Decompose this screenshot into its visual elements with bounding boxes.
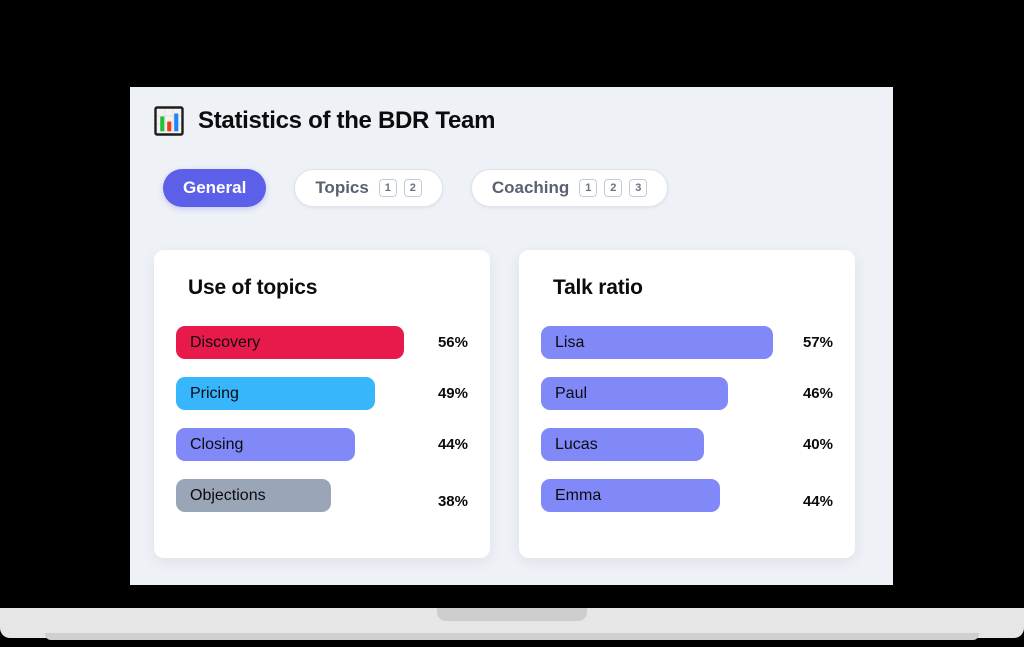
bar-fill[interactable]: Lucas [541, 428, 704, 461]
bar-row: Lucas 40% [541, 428, 833, 461]
bar-value: 40% [802, 436, 833, 453]
bar-row: Emma 44% [541, 479, 833, 512]
bar-fill[interactable]: Discovery [176, 326, 404, 359]
bar-label: Closing [190, 435, 244, 453]
bar-chart-use-of-topics: Discovery 56% Pricing 49% Closing 44% Objectio… [176, 326, 468, 512]
bar-chart-talk-ratio: Lisa 57% Paul 46% Lucas 40% Emma 44% [541, 326, 833, 512]
laptop-base-foot [45, 633, 979, 640]
bar-track: Lisa [541, 326, 785, 359]
bar-label: Discovery [190, 333, 261, 351]
bar-chart-icon [154, 106, 184, 136]
bar-track: Lucas [541, 428, 785, 461]
bar-label: Pricing [190, 384, 239, 402]
tab-coaching-badges: 1 2 3 [579, 179, 648, 197]
bar-track: Emma [541, 479, 785, 512]
laptop-base-notch [437, 608, 587, 621]
tab-topics[interactable]: Topics 1 2 [294, 169, 443, 207]
bar-value: 56% [437, 334, 468, 351]
bar-value: 44% [802, 493, 833, 510]
bar-row: Lisa 57% [541, 326, 833, 359]
card-title: Talk ratio [553, 276, 643, 299]
bar-value: 44% [437, 436, 468, 453]
bar-row: Objections 38% [176, 479, 468, 512]
bar-track: Paul [541, 377, 785, 410]
bar-value: 49% [437, 385, 468, 402]
bar-fill[interactable]: Emma [541, 479, 720, 512]
tab-coaching-label: Coaching [491, 178, 570, 197]
bar-row: Closing 44% [176, 428, 468, 461]
laptop-screen: Statistics of the BDR Team General Topic… [130, 87, 893, 585]
tab-general[interactable]: General [163, 169, 267, 207]
card-talk-ratio: Talk ratio Lisa 57% Paul 46% Lucas 40% Emma 44% [519, 250, 855, 558]
tab-topics-badges: 1 2 [378, 179, 422, 197]
bar-fill[interactable]: Paul [541, 377, 729, 410]
bar-fill[interactable]: Closing [176, 428, 355, 461]
page-title: Statistics of the BDR Team [198, 107, 496, 134]
bar-label: Objections [190, 486, 266, 504]
cards-row: Use of topics Discovery 56% Pricing 49% Clos… [154, 250, 855, 558]
bar-value: 38% [437, 493, 468, 510]
bar-label: Lisa [555, 333, 585, 351]
bar-row: Paul 46% [541, 377, 833, 410]
dashboard-header: Statistics of the BDR Team [154, 106, 495, 136]
tab-coaching-badge-1[interactable]: 1 [579, 179, 598, 197]
bar-track: Objections [176, 479, 420, 512]
card-title: Use of topics [188, 276, 318, 299]
bar-track: Pricing [176, 377, 420, 410]
bar-row: Pricing 49% [176, 377, 468, 410]
tab-general-label: General [183, 178, 247, 197]
bar-label: Paul [555, 384, 588, 402]
tab-topics-badge-2[interactable]: 2 [403, 179, 422, 197]
bar-label: Lucas [555, 435, 598, 453]
bar-fill[interactable]: Objections [176, 479, 331, 512]
tab-coaching-badge-2[interactable]: 2 [604, 179, 623, 197]
tab-bar: General Topics 1 2 Coaching 1 2 3 [163, 169, 669, 207]
bar-track: Discovery [176, 326, 420, 359]
bar-row: Discovery 56% [176, 326, 468, 359]
bar-track: Closing [176, 428, 420, 461]
bar-fill[interactable]: Lisa [541, 326, 773, 359]
tab-coaching-badge-3[interactable]: 3 [629, 179, 648, 197]
laptop-mockup: Statistics of the BDR Team General Topic… [0, 0, 1024, 647]
tab-topics-label: Topics [315, 178, 369, 197]
tab-topics-badge-1[interactable]: 1 [378, 179, 397, 197]
bar-value: 46% [802, 385, 833, 402]
dashboard: Statistics of the BDR Team General Topic… [130, 87, 893, 585]
bar-label: Emma [555, 486, 602, 504]
tab-coaching[interactable]: Coaching 1 2 3 [470, 169, 669, 207]
bar-fill[interactable]: Pricing [176, 377, 376, 410]
card-use-of-topics: Use of topics Discovery 56% Pricing 49% Clos… [154, 250, 490, 558]
bar-value: 57% [802, 334, 833, 351]
